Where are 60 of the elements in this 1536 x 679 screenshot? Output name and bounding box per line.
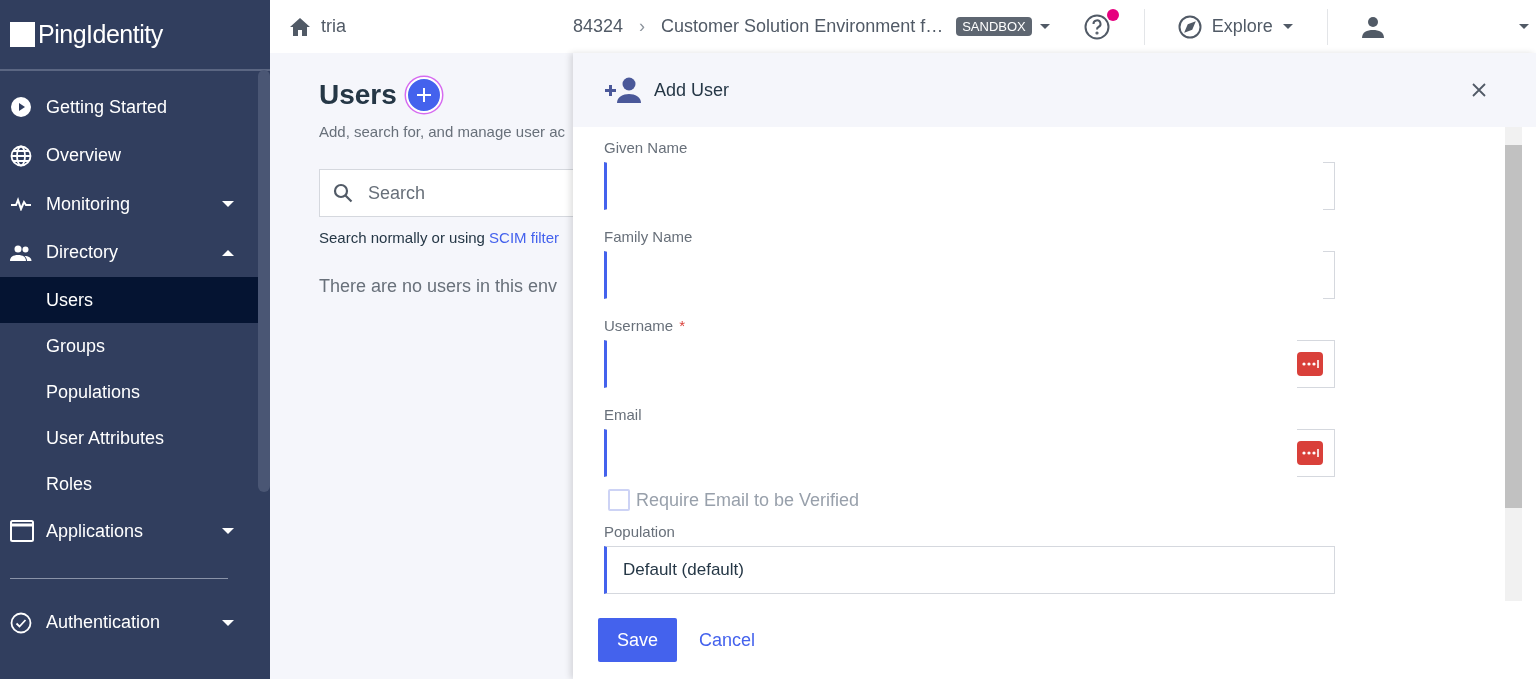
environment-name[interactable]: Customer Solution Environment f… bbox=[661, 16, 944, 37]
nav-label: Directory bbox=[46, 242, 119, 264]
plus-icon bbox=[415, 87, 432, 103]
caret-down-icon bbox=[1282, 24, 1293, 29]
field-label: Email bbox=[604, 406, 643, 423]
nav-label: Authentication bbox=[46, 612, 162, 634]
breadcrumb-link[interactable]: tria bbox=[321, 16, 346, 37]
nav-item[interactable]: Overview bbox=[0, 131, 258, 180]
people-icon bbox=[10, 244, 32, 261]
play-icon bbox=[10, 96, 32, 119]
checkbox[interactable] bbox=[608, 489, 630, 511]
add-person-icon bbox=[605, 77, 641, 103]
nav-label: Overview bbox=[46, 145, 122, 167]
nav-item[interactable]: Applications bbox=[0, 507, 258, 556]
cancel-button[interactable]: Cancel bbox=[687, 621, 768, 659]
window-icon bbox=[10, 520, 34, 543]
breadcrumb-separator: › bbox=[639, 16, 646, 37]
pulse-icon bbox=[10, 197, 32, 212]
user-icon[interactable] bbox=[1361, 15, 1384, 38]
empty-message: There are no users in this env bbox=[319, 276, 559, 297]
environment-id: 84324 bbox=[573, 16, 624, 37]
globe-icon bbox=[10, 144, 32, 167]
close-icon[interactable] bbox=[1472, 83, 1486, 97]
caret-down-icon[interactable] bbox=[1039, 24, 1050, 29]
save-button[interactable]: Save bbox=[598, 618, 677, 662]
nav-item[interactable]: Getting Started bbox=[0, 83, 258, 132]
field-label: Username * bbox=[604, 317, 687, 334]
nav-subitem[interactable]: User Attributes bbox=[0, 415, 258, 461]
field-label: Population bbox=[604, 523, 676, 540]
nav-label: Monitoring bbox=[46, 193, 132, 215]
page-title: Users bbox=[319, 79, 397, 111]
nav-item[interactable]: Directory bbox=[0, 228, 258, 277]
nav-subitem[interactable]: Groups bbox=[0, 323, 258, 369]
compass-icon bbox=[1177, 14, 1202, 39]
nav-item[interactable]: Monitoring bbox=[0, 180, 258, 229]
scrollbar[interactable] bbox=[1505, 127, 1522, 601]
field-label: Family Name bbox=[604, 228, 694, 245]
environment-badge: SANDBOX bbox=[956, 17, 1032, 36]
nav-label: Getting Started bbox=[46, 96, 169, 118]
checkbox-label: Require Email to be Verified bbox=[636, 489, 860, 511]
search-icon bbox=[333, 183, 353, 203]
check-circle-icon bbox=[10, 611, 32, 634]
nav-subitem[interactable]: Users bbox=[0, 277, 258, 323]
population-dropdown[interactable]: Default (default) bbox=[604, 546, 1335, 594]
nav-subitem[interactable]: Populations bbox=[0, 369, 258, 415]
add-user-button[interactable] bbox=[405, 77, 442, 113]
panel-title: Add User bbox=[654, 79, 730, 101]
home-icon[interactable] bbox=[290, 17, 310, 36]
field-label: Given Name bbox=[604, 139, 689, 156]
password-manager-icon[interactable] bbox=[1297, 441, 1323, 465]
scrollbar[interactable] bbox=[258, 70, 270, 492]
scim-filter-link[interactable]: SCIM filter bbox=[489, 229, 560, 246]
nav-label: Applications bbox=[46, 520, 145, 542]
page-description: Add, search for, and manage user ac bbox=[319, 123, 566, 140]
nav-item[interactable]: Authentication bbox=[0, 598, 258, 647]
caret-down-icon[interactable] bbox=[1519, 24, 1529, 29]
nav-subitem[interactable]: Roles bbox=[0, 461, 258, 507]
help-icon[interactable] bbox=[1083, 13, 1110, 40]
explore-menu[interactable]: Explore bbox=[1177, 14, 1293, 39]
password-manager-icon[interactable] bbox=[1297, 352, 1323, 376]
